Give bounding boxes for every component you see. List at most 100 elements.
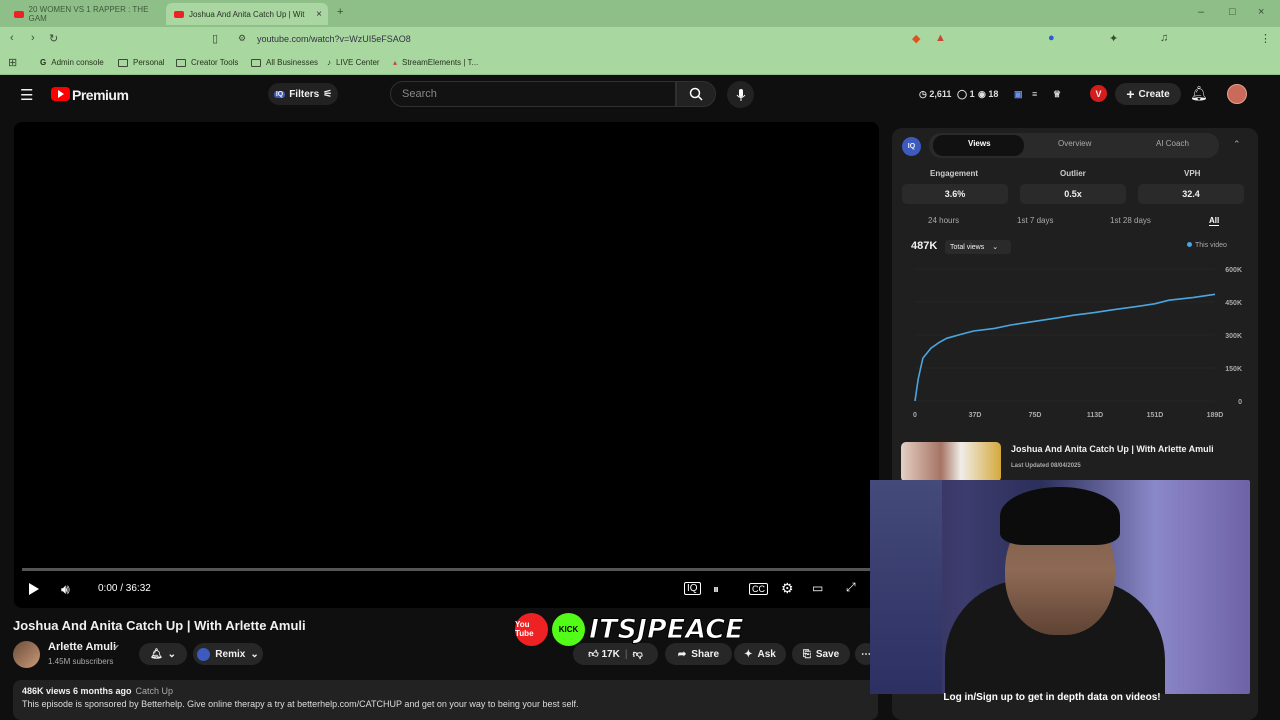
create-button[interactable]: + Create (1115, 83, 1181, 105)
series-line-this-video (914, 293, 1216, 402)
range-first-28-days[interactable]: 1st 28 days (1110, 216, 1151, 225)
search-button[interactable] (676, 81, 716, 107)
webcam-person-cap (1000, 487, 1120, 545)
metric-label-vph: VPH (1184, 169, 1201, 178)
tiktok-icon: ♪ (327, 58, 331, 67)
chart-legend: This video (1187, 242, 1227, 249)
metric-select[interactable]: Total views ⌄ (945, 240, 1011, 254)
close-window-icon[interactable]: × (1258, 6, 1264, 18)
volume-icon[interactable]: 🔊︎ (61, 581, 70, 598)
bookmark-icon[interactable]: ▯ (212, 32, 218, 45)
tab-views[interactable]: Views (968, 139, 991, 148)
iq-extension-icon[interactable]: ▣ (1014, 89, 1023, 100)
youtube-premium-logo[interactable]: Premium (72, 87, 129, 103)
video-card-thumbnail[interactable] (901, 442, 1001, 482)
x-tick-label: 113D (1087, 412, 1103, 419)
trophy-icon[interactable]: ♕ (1053, 89, 1061, 100)
webcam-background-door (870, 480, 942, 694)
progress-bar[interactable] (22, 568, 872, 571)
video-card-date: Last Updated 08/04/2025 (1011, 463, 1081, 469)
site-info-icon[interactable]: ⚙ (238, 33, 246, 44)
channel-avatar[interactable] (13, 641, 40, 668)
hamburger-menu-icon[interactable]: ☰ (20, 86, 33, 104)
captions-icon[interactable]: CC (749, 583, 768, 595)
x-tick-label: 37D (969, 412, 982, 419)
play-icon[interactable] (28, 582, 40, 596)
metric-value-engagement: 3.6% (902, 184, 1008, 204)
y-tick-label: 600K (1225, 267, 1242, 274)
range-first-7-days[interactable]: 1st 7 days (1017, 216, 1053, 225)
share-button[interactable]: ➦ Share (665, 643, 732, 665)
video-card-title[interactable]: Joshua And Anita Catch Up | With Arlette… (1011, 444, 1214, 454)
rewards-icon[interactable]: ▲ (935, 32, 946, 44)
menu-icon[interactable]: ⋮ (1260, 32, 1271, 45)
filters-button[interactable]: IQ Filters ⚟ (268, 83, 338, 105)
channel-name[interactable]: Arlette Amuli (48, 641, 116, 653)
fullscreen-icon[interactable]: ⤢ (846, 580, 856, 595)
bookmark-streamelements[interactable]: ▴ StreamElements | T... (393, 58, 478, 67)
x-tick-label: 151D (1147, 412, 1164, 419)
account-avatar[interactable] (1227, 84, 1247, 104)
new-tab-icon[interactable]: + (337, 6, 343, 18)
dislike-button[interactable]: 👎︎ (633, 648, 643, 660)
url-field[interactable]: youtube.com/watch?v=WzUI5eFSAO8 (257, 34, 411, 44)
bookmark-all-businesses[interactable]: All Businesses (251, 58, 318, 67)
autoplay-toggle[interactable]: ⏸︎ (713, 582, 719, 597)
tab-ai-coach[interactable]: AI Coach (1156, 139, 1189, 148)
notifications-bell-icon[interactable]: 🔔︎ (1190, 85, 1208, 102)
x-tick-label: 189D (1207, 412, 1224, 419)
reload-icon[interactable]: ↻ (49, 32, 58, 45)
login-prompt[interactable]: Log in/Sign up to get in depth data on v… (930, 691, 1174, 704)
bookmarks-bar: ⊞ G Admin console Personal Creator Tools … (0, 53, 1280, 75)
music-icon[interactable]: ♫ (1160, 32, 1168, 44)
google-icon: G (40, 58, 47, 67)
views-chart: 0 150K 300K 450K 600K 0 37D 75D 113D 151D 189D (913, 267, 1242, 419)
collapse-chevron-icon[interactable]: ⌃ (1233, 139, 1241, 150)
browser-tab-1-label: 20 WOMEN VS 1 RAPPER : THE GAM (28, 5, 149, 23)
browser-tab-1[interactable]: 20 WOMEN VS 1 RAPPER : THE GAM (6, 3, 162, 25)
ask-button[interactable]: ✦ Ask (734, 643, 786, 665)
eye-icon: ◉ (978, 89, 986, 99)
legend-dot-icon (1187, 242, 1192, 247)
list-icon[interactable]: ≡ (1032, 89, 1037, 99)
range-all[interactable]: All (1209, 216, 1220, 226)
forward-icon[interactable]: › (31, 32, 35, 44)
video-player[interactable] (14, 122, 879, 608)
remix-button[interactable]: Remix ⌄ (193, 643, 263, 665)
bookmark-admin-console[interactable]: G Admin console (40, 58, 104, 67)
x-tick-label: 75D (1029, 412, 1042, 419)
chevron-down-icon: ⌄ (992, 244, 999, 251)
video-tag[interactable]: Catch Up (136, 686, 174, 696)
tab-overview[interactable]: Overview (1058, 139, 1091, 148)
voice-search-button[interactable] (727, 81, 754, 108)
apps-grid-icon[interactable]: ⊞ (8, 56, 17, 69)
extension-iq-icon[interactable]: ● (1048, 32, 1055, 44)
search-input[interactable]: Search (390, 81, 676, 107)
microphone-icon (736, 88, 745, 101)
like-button[interactable]: 👍︎ 17K (588, 648, 620, 660)
bookmark-creator-tools[interactable]: Creator Tools (176, 58, 238, 67)
minimize-icon[interactable]: – (1198, 6, 1204, 18)
v-badge[interactable]: V (1090, 85, 1107, 102)
streamelements-icon: ▴ (393, 58, 398, 67)
chevron-down-icon: ⌄ (250, 648, 259, 660)
notifications-button[interactable]: 🔔︎ ⌄ (139, 643, 187, 665)
iq-player-icon[interactable]: IQ (684, 582, 701, 595)
youtube-logo-icon[interactable] (51, 87, 70, 101)
bookmark-personal[interactable]: Personal (118, 58, 165, 67)
theater-mode-icon[interactable]: ▭ (812, 581, 823, 595)
subscriber-count: 1.45M subscribers (48, 657, 114, 666)
maximize-icon[interactable]: □ (1229, 6, 1236, 18)
back-icon[interactable]: ‹ (10, 32, 14, 44)
sparkle-icon: ✦ (744, 648, 753, 660)
close-tab-icon[interactable]: × (316, 9, 322, 20)
video-title: Joshua And Anita Catch Up | With Arlette… (13, 618, 306, 633)
range-24-hours[interactable]: 24 hours (928, 216, 959, 225)
save-button[interactable]: ⎘ Save (792, 643, 850, 665)
bookmark-live-center[interactable]: ♪ LIVE Center (327, 58, 380, 67)
extensions-icon[interactable]: ✦ (1109, 32, 1118, 45)
settings-gear-icon[interactable]: ⚙ (781, 580, 794, 597)
metric-label-outlier: Outlier (1060, 169, 1086, 178)
browser-tab-2[interactable]: Joshua And Anita Catch Up | Wit × (166, 3, 328, 25)
brave-shield-icon[interactable]: ◆ (912, 32, 920, 45)
